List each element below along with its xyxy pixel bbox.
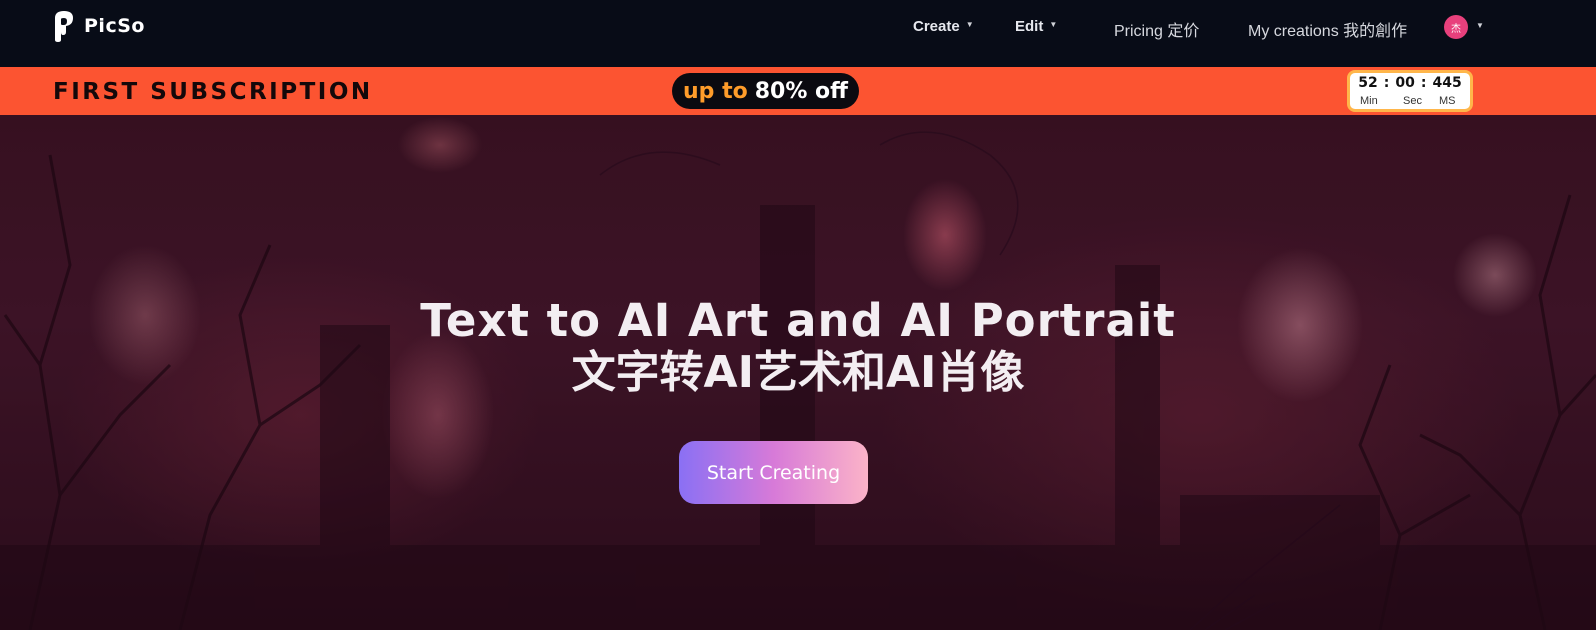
nav-edit-menu[interactable]: Edit ▼ bbox=[1015, 18, 1057, 35]
timer-separator: : bbox=[1383, 75, 1390, 91]
nav-my-creations-link[interactable]: My creations 我的創作 bbox=[1248, 17, 1407, 41]
timer-sec: 00 bbox=[1395, 75, 1415, 91]
caret-down-icon: ▼ bbox=[965, 20, 974, 29]
avatar: 杰 bbox=[1444, 15, 1468, 39]
timer-min-label: Min bbox=[1360, 95, 1378, 107]
caret-down-icon: ▼ bbox=[1476, 20, 1484, 30]
user-menu[interactable]: 杰 ▼ bbox=[1444, 15, 1484, 39]
hero-title: Text to AI Art and AI Portrait bbox=[420, 294, 1176, 347]
nav-create-label: Create bbox=[913, 18, 960, 35]
caret-down-icon: ▼ bbox=[1049, 20, 1058, 29]
timer-ms-label: MS bbox=[1439, 95, 1456, 107]
nav-create-menu[interactable]: Create ▼ bbox=[913, 18, 974, 35]
brand-logo[interactable]: PicSo bbox=[53, 10, 145, 42]
timer-ms: 445 bbox=[1432, 75, 1462, 91]
promo-title: FIRST SUBSCRIPTION bbox=[53, 79, 373, 105]
start-creating-button[interactable]: Start Creating bbox=[679, 441, 868, 504]
brand-name: PicSo bbox=[84, 15, 145, 37]
promo-banner[interactable]: FIRST SUBSCRIPTION up to 80% off 52 : 00… bbox=[0, 67, 1596, 115]
countdown-timer: 52 : 00 : 445 Min Sec MS bbox=[1347, 70, 1473, 112]
timer-min: 52 bbox=[1358, 75, 1378, 91]
top-navbar: PicSo Create ▼ Edit ▼ Pricing 定价 My crea… bbox=[0, 0, 1596, 67]
timer-sec-label: Sec bbox=[1403, 95, 1422, 107]
hero-section: Text to AI Art and AI Portrait 文字转AI艺术和A… bbox=[0, 115, 1596, 630]
discount-prefix: up to bbox=[683, 78, 748, 104]
nav-edit-label: Edit bbox=[1015, 18, 1044, 35]
timer-values: 52 : 00 : 445 bbox=[1350, 75, 1470, 91]
hero-subtitle: 文字转AI艺术和AI肖像 bbox=[571, 347, 1025, 398]
discount-badge: up to 80% off bbox=[672, 73, 859, 109]
nav-pricing-link[interactable]: Pricing 定价 bbox=[1114, 17, 1199, 41]
timer-separator: : bbox=[1420, 75, 1427, 91]
discount-value: 80% off bbox=[754, 78, 848, 104]
picso-logo-icon bbox=[55, 11, 73, 42]
